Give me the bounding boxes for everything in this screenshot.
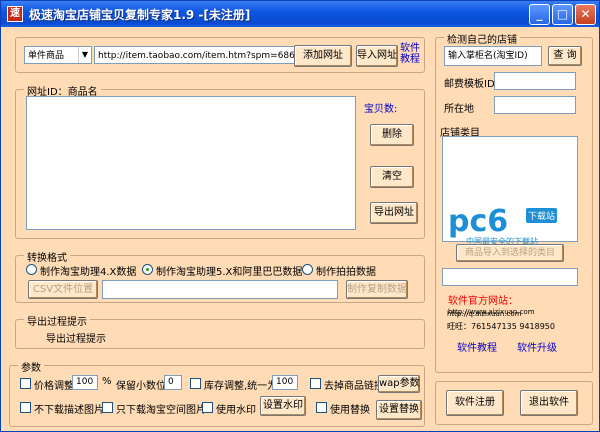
location-label: 所在地: [444, 104, 474, 115]
import-to-category-button[interactable]: 商品导入到选择的类目: [456, 244, 564, 262]
pc6-brand-text: pc6: [448, 204, 509, 239]
url-bar-group: 单件商品 ▼ http://item.taobao.com/item.htm?s…: [15, 37, 425, 73]
tutorial-link-line1: 软件: [400, 43, 420, 54]
title-bar[interactable]: 速 极速淘宝店铺宝贝复制专家1.9 -[未注册] _ □ ✕: [1, 1, 599, 27]
action-group: 软件注册 退出软件: [435, 381, 593, 425]
close-button[interactable]: ✕: [575, 4, 596, 25]
upgrade-link[interactable]: 软件升级: [517, 339, 557, 354]
convert-format-title: 转换格式: [24, 249, 70, 264]
remove-links-checkbox[interactable]: [310, 378, 321, 389]
use-replace-checkbox[interactable]: [316, 402, 327, 413]
add-url-button[interactable]: 添加网址: [294, 45, 352, 67]
item-type-value: 单件商品: [28, 51, 65, 61]
percent-label: %: [102, 376, 112, 387]
seller-name-input[interactable]: 输入掌柜名(淘宝ID): [444, 46, 542, 66]
clear-button[interactable]: 清空: [370, 166, 414, 188]
set-replace-button[interactable]: 设置替换: [376, 400, 422, 420]
export-progress-title: 导出过程提示: [24, 313, 90, 328]
wangwang-contact: 旺旺：761547135 9418950: [447, 322, 555, 331]
format-option-1: 制作淘宝助理4.X数据: [40, 267, 137, 278]
export-url-button[interactable]: 导出网址: [370, 202, 418, 224]
tutorial-link-bottom[interactable]: 软件教程: [457, 339, 497, 354]
only-space-images-checkbox[interactable]: [102, 402, 113, 413]
export-progress-group: 导出过程提示 导出过程提示: [15, 313, 425, 349]
format-option-3: 制作拍拍数据: [316, 267, 376, 278]
app-logo-icon: 速: [7, 6, 23, 22]
minimize-button[interactable]: _: [529, 4, 550, 25]
only-space-images-label: 只下载淘宝空间图片: [116, 405, 206, 416]
delete-button[interactable]: 删除: [370, 124, 414, 146]
chevron-down-icon[interactable]: ▼: [78, 47, 91, 63]
pc6-watermark-logo: pc6 下载站 中国最安全的下载站: [448, 206, 568, 246]
tutorial-link-line2: 教程: [400, 54, 420, 65]
use-watermark-checkbox[interactable]: [202, 402, 213, 413]
price-adjust-label: 价格调整: [34, 381, 74, 392]
format-radio-3[interactable]: [302, 264, 313, 275]
register-button[interactable]: 软件注册: [446, 390, 504, 416]
decimal-label: 保留小数位: [116, 381, 166, 392]
shipping-template-input[interactable]: [494, 72, 576, 90]
maximize-button[interactable]: □: [552, 4, 573, 25]
stock-adjust-checkbox[interactable]: [190, 378, 201, 389]
convert-format-group: 转换格式 制作淘宝助理4.X数据 制作淘宝助理5.X和阿里巴巴数据 制作拍拍数据…: [15, 249, 425, 303]
stock-adjust-label: 库存调整,统一为: [204, 381, 278, 392]
export-progress-message: 导出过程提示: [46, 334, 106, 345]
use-watermark-label: 使用水印: [216, 405, 256, 416]
import-url-button[interactable]: 导入网址: [356, 45, 398, 67]
official-site-label: 软件官方网站：: [448, 296, 518, 307]
format-radio-2[interactable]: [142, 264, 153, 275]
category-input[interactable]: [442, 268, 578, 286]
params-group: 参数 价格调整 100 % 保留小数位 0 库存调整,统一为 100 去掉商品链…: [9, 359, 425, 427]
tutorial-link[interactable]: 软件 教程: [400, 43, 420, 65]
window-title: 极速淘宝店铺宝贝复制专家1.9 -[未注册]: [29, 8, 251, 22]
decimal-input[interactable]: 0: [164, 375, 182, 390]
stock-input[interactable]: 100: [272, 375, 298, 390]
no-desc-images-label: 不下载描述图片: [34, 405, 104, 416]
url-list-group: 网址ID：商品名 宝贝数: 删除 清空 导出网址: [15, 83, 425, 239]
set-watermark-button[interactable]: 设置水印: [260, 396, 306, 416]
url-value: http://item.taobao.com/item.htm?spm=686.…: [98, 51, 299, 61]
store-check-title: 检测自己的店铺: [444, 31, 520, 46]
make-data-button[interactable]: 制作复制数据: [346, 280, 408, 299]
wap-params-button[interactable]: wap参数: [378, 375, 420, 393]
no-desc-images-checkbox[interactable]: [20, 402, 31, 413]
download-badge: 下载站: [526, 208, 558, 223]
params-title: 参数: [18, 359, 44, 374]
csv-path-input[interactable]: [102, 280, 338, 299]
format-option-2: 制作淘宝助理5.X和阿里巴巴数据: [156, 267, 303, 278]
location-input[interactable]: [494, 96, 576, 114]
use-replace-label: 使用替换: [330, 405, 370, 416]
url-input[interactable]: http://item.taobao.com/item.htm?spm=686.…: [94, 46, 300, 64]
csv-location-button[interactable]: CSV文件位置: [28, 280, 98, 299]
shipping-template-label: 邮费模板ID: [444, 79, 495, 90]
remove-links-label: 去掉商品链接: [324, 381, 384, 392]
official-site-url-2[interactable]: http://q.aizixuan.com: [447, 310, 521, 318]
item-count-label: 宝贝数:: [364, 104, 398, 115]
exit-button[interactable]: 退出软件: [520, 390, 578, 416]
query-button[interactable]: 查 询: [548, 46, 582, 66]
price-adjust-checkbox[interactable]: [20, 378, 31, 389]
url-list-box[interactable]: [26, 96, 356, 230]
app-window: 速 极速淘宝店铺宝贝复制专家1.9 -[未注册] _ □ ✕ 单件商品 ▼ ht…: [0, 0, 600, 432]
format-radio-1[interactable]: [26, 264, 37, 275]
price-adjust-input[interactable]: 100: [72, 375, 98, 390]
